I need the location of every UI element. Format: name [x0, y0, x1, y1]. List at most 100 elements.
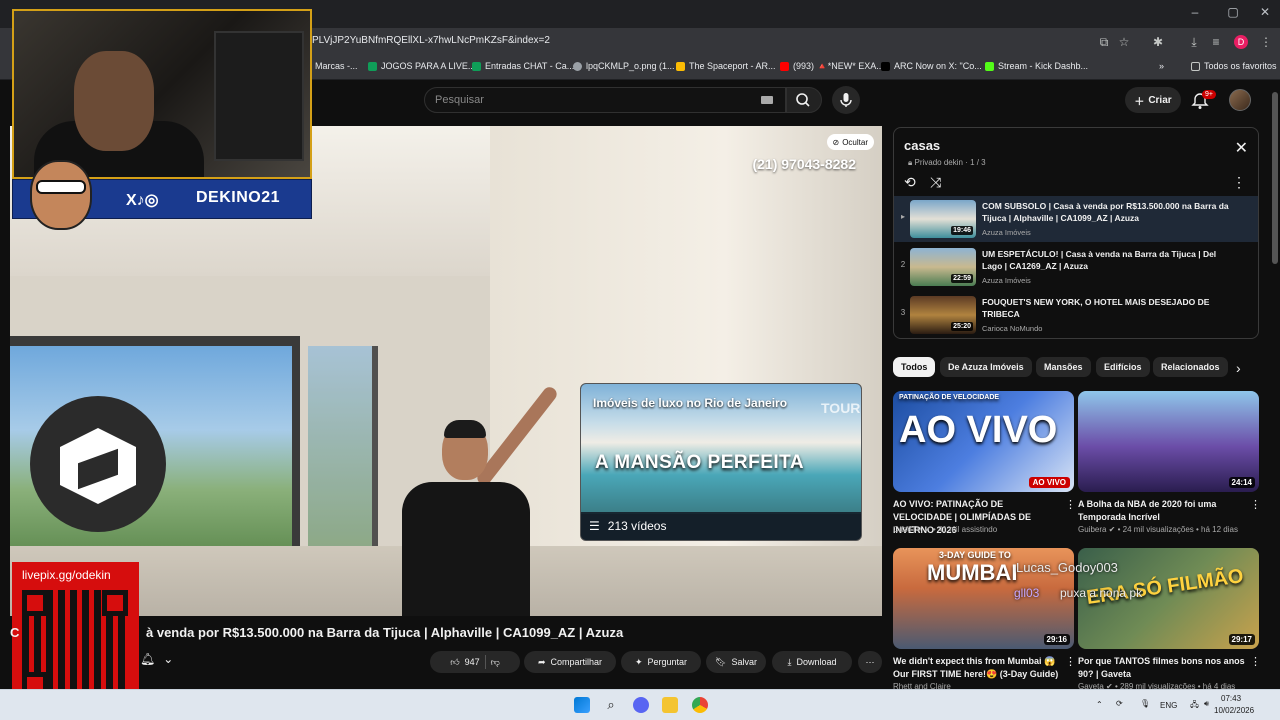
bookmark-item[interactable]: The Spaceport - AR... [676, 61, 776, 71]
close-window-button[interactable]: ✕ [1250, 5, 1280, 19]
shuffle-icon[interactable]: ⤨ [930, 174, 941, 191]
close-playlist-icon[interactable]: ✕ [1235, 138, 1248, 158]
playlist-endcard[interactable]: Imóveis de luxo no Rio de Janeiro TOUR A… [580, 383, 862, 541]
playlist-item-channel[interactable]: Azuza Imóveis [982, 276, 1031, 285]
livepix-url: livepix.gg/odekin [22, 568, 111, 582]
account-avatar[interactable] [1229, 89, 1251, 111]
share-button[interactable]: ➦ Compartilhar [524, 651, 616, 673]
chrome-icon[interactable] [692, 697, 708, 713]
dislike-button[interactable]: 👎︎ [491, 657, 500, 668]
tray-overflow-icon[interactable]: ⌃ [1096, 700, 1103, 709]
x-icon [881, 61, 890, 71]
plus-icon: ＋ [1134, 96, 1145, 108]
search-button[interactable] [786, 87, 822, 113]
recommendation-meta: Guibera ✔ • 24 mil visualizações • há 12… [1078, 525, 1238, 534]
duration-badge: 25:20 [951, 322, 973, 331]
kick-icon [985, 61, 994, 71]
bell-icon: 🔔︎ [140, 652, 156, 666]
thumbnail-subtitle: PATINAÇÃO DE VELOCIDADE [899, 394, 1000, 401]
more-actions-button[interactable]: ⋯ [858, 651, 882, 673]
recommendation-thumbnail: 24:14 [1078, 391, 1259, 492]
bookmarks-overflow-icon[interactable]: » [1159, 61, 1164, 71]
chip-azuza[interactable]: De Azuza Imóveis [940, 357, 1032, 377]
chat-overlay-message: puxa a nona pk [1060, 586, 1143, 600]
search-input[interactable] [435, 94, 735, 106]
bookmark-item[interactable]: Marcas -... [315, 61, 358, 71]
bookmark-item[interactable]: (993) 🔺*NEW* EXA... [780, 61, 884, 72]
spaceport-icon [676, 61, 685, 71]
playlist-item[interactable]: 3 25:20 FOUQUET'S NEW YORK, O HOTEL MAIS… [894, 292, 1258, 338]
windows-start-icon[interactable] [574, 697, 590, 713]
download-button[interactable]: ⤓ Download [772, 651, 852, 673]
keyboard-icon[interactable] [761, 96, 773, 104]
thumbnail-text: AO VIVO [899, 409, 1058, 451]
playlist-count-bar: ☰ 213 vídeos [581, 512, 861, 540]
bookmark-item[interactable]: Entradas CHAT - Ca... [472, 61, 574, 71]
bookmark-item[interactable]: Stream - Kick Dashb... [985, 61, 1088, 71]
notification-count-badge: 9+ [1202, 90, 1216, 99]
network-icon[interactable]: 🖧 [1190, 699, 1199, 713]
maximize-button[interactable]: ▢ [1218, 5, 1248, 19]
loop-icon[interactable]: ⟲ [904, 174, 916, 191]
tray-app-icon[interactable]: ⟳ [1116, 699, 1123, 708]
volume-icon[interactable]: 🔊︎ [1204, 699, 1209, 709]
url-text[interactable]: PLVjJP2YuBNfmRQEllXL-x7hwLNcPmKZsF&index… [312, 35, 550, 46]
chip-todos[interactable]: Todos [893, 357, 936, 377]
language-indicator[interactable]: ENG [1160, 701, 1177, 710]
install-app-icon[interactable]: ⧉ [1096, 34, 1112, 50]
bookmark-item[interactable]: ARC Now on X: "Co... [881, 61, 982, 71]
playlist-item-channel[interactable]: Carioca NoMundo [982, 324, 1042, 333]
create-button[interactable]: ＋ Criar [1125, 87, 1181, 113]
save-button[interactable]: 🔖︎ Salvar [706, 651, 766, 673]
playlist-item[interactable]: 2 22:59 UM ESPETÁCULO! | Casa à venda na… [894, 244, 1258, 290]
bookmark-item[interactable]: lpqCKMLP_o.png (1... [573, 61, 675, 71]
chip-relacionados[interactable]: Relacionados [1153, 357, 1228, 377]
eye-off-icon: ⊘ [832, 137, 840, 147]
playlist-item[interactable]: ▸ 19:46 COM SUBSOLO | Casa à venda por R… [894, 196, 1258, 242]
bookmark-star-icon[interactable]: ☆ [1116, 34, 1132, 50]
more-icon[interactable]: ⋮ [1250, 655, 1261, 668]
profile-avatar[interactable]: D [1234, 35, 1248, 49]
discord-icon[interactable] [633, 697, 649, 713]
clock-date[interactable]: 10/02/2026 [1214, 706, 1254, 715]
search-icon[interactable]: ⌕ [603, 697, 619, 713]
chevron-right-icon[interactable]: › [1236, 360, 1241, 376]
duration-badge: 29:16 [1043, 634, 1070, 645]
extensions-icon[interactable]: ✱ [1150, 34, 1166, 50]
media-control-icon[interactable]: ≡ [1208, 34, 1224, 50]
all-bookmarks-folder[interactable]: Todos os favoritos [1191, 61, 1277, 71]
more-icon[interactable]: ⋮ [1065, 498, 1076, 511]
playlist-menu-icon[interactable]: ⋮ [1232, 174, 1246, 191]
hide-overlay-button[interactable]: ⊘ Ocultar [826, 134, 874, 150]
webcam-monitor [214, 31, 304, 161]
qr-code-icon [22, 590, 130, 700]
page-scrollbar-thumb[interactable] [1272, 92, 1278, 264]
browser-menu-icon[interactable]: ⋮ [1258, 34, 1274, 50]
tray-mic-icon[interactable]: 🎙︎ [1140, 699, 1150, 708]
video-title: à venda por R$13.500.000 na Barra da Tij… [146, 625, 624, 640]
duration-badge: 22:59 [951, 274, 973, 283]
more-icon[interactable]: ⋮ [1250, 498, 1261, 511]
subscription-bell-button[interactable]: 🔔︎ ⌄ [140, 652, 186, 672]
downloads-icon[interactable]: ⤓ [1186, 34, 1202, 50]
more-icon[interactable]: ⋮ [1065, 655, 1076, 668]
social-icons: X♪◎ [126, 192, 159, 209]
minimize-button[interactable]: – [1180, 5, 1210, 19]
ask-button[interactable]: ✦ Perguntar [621, 651, 701, 673]
chat-overlay-username: gll03 [1014, 586, 1040, 600]
like-button[interactable]: 👍︎ 947 [450, 657, 479, 668]
clock-time[interactable]: 07:43 [1221, 694, 1241, 703]
recommendation-title: Por que TANTOS filmes bons nos anos 90? … [1078, 656, 1245, 679]
playlist-item-index: ▸ [900, 212, 905, 221]
chip-edificios[interactable]: Edifícios [1096, 357, 1150, 377]
voice-search-button[interactable] [832, 86, 860, 114]
bookmark-item[interactable]: JOGOS PARA A LIVE... [368, 61, 475, 71]
chip-mansoes[interactable]: Mansões [1036, 357, 1091, 377]
recommendation-thumbnail: PATINAÇÃO DE VELOCIDADE AO VIVO AO VIVO [893, 391, 1074, 492]
duration-badge: 24:14 [1228, 477, 1255, 488]
cartoon-glasses-icon [36, 180, 86, 194]
playlist-item-channel[interactable]: Azuza Imóveis [982, 228, 1031, 237]
thumbs-down-icon: 👎︎ [490, 656, 500, 667]
video-frame-wall [490, 126, 882, 616]
file-explorer-icon[interactable] [662, 697, 678, 713]
